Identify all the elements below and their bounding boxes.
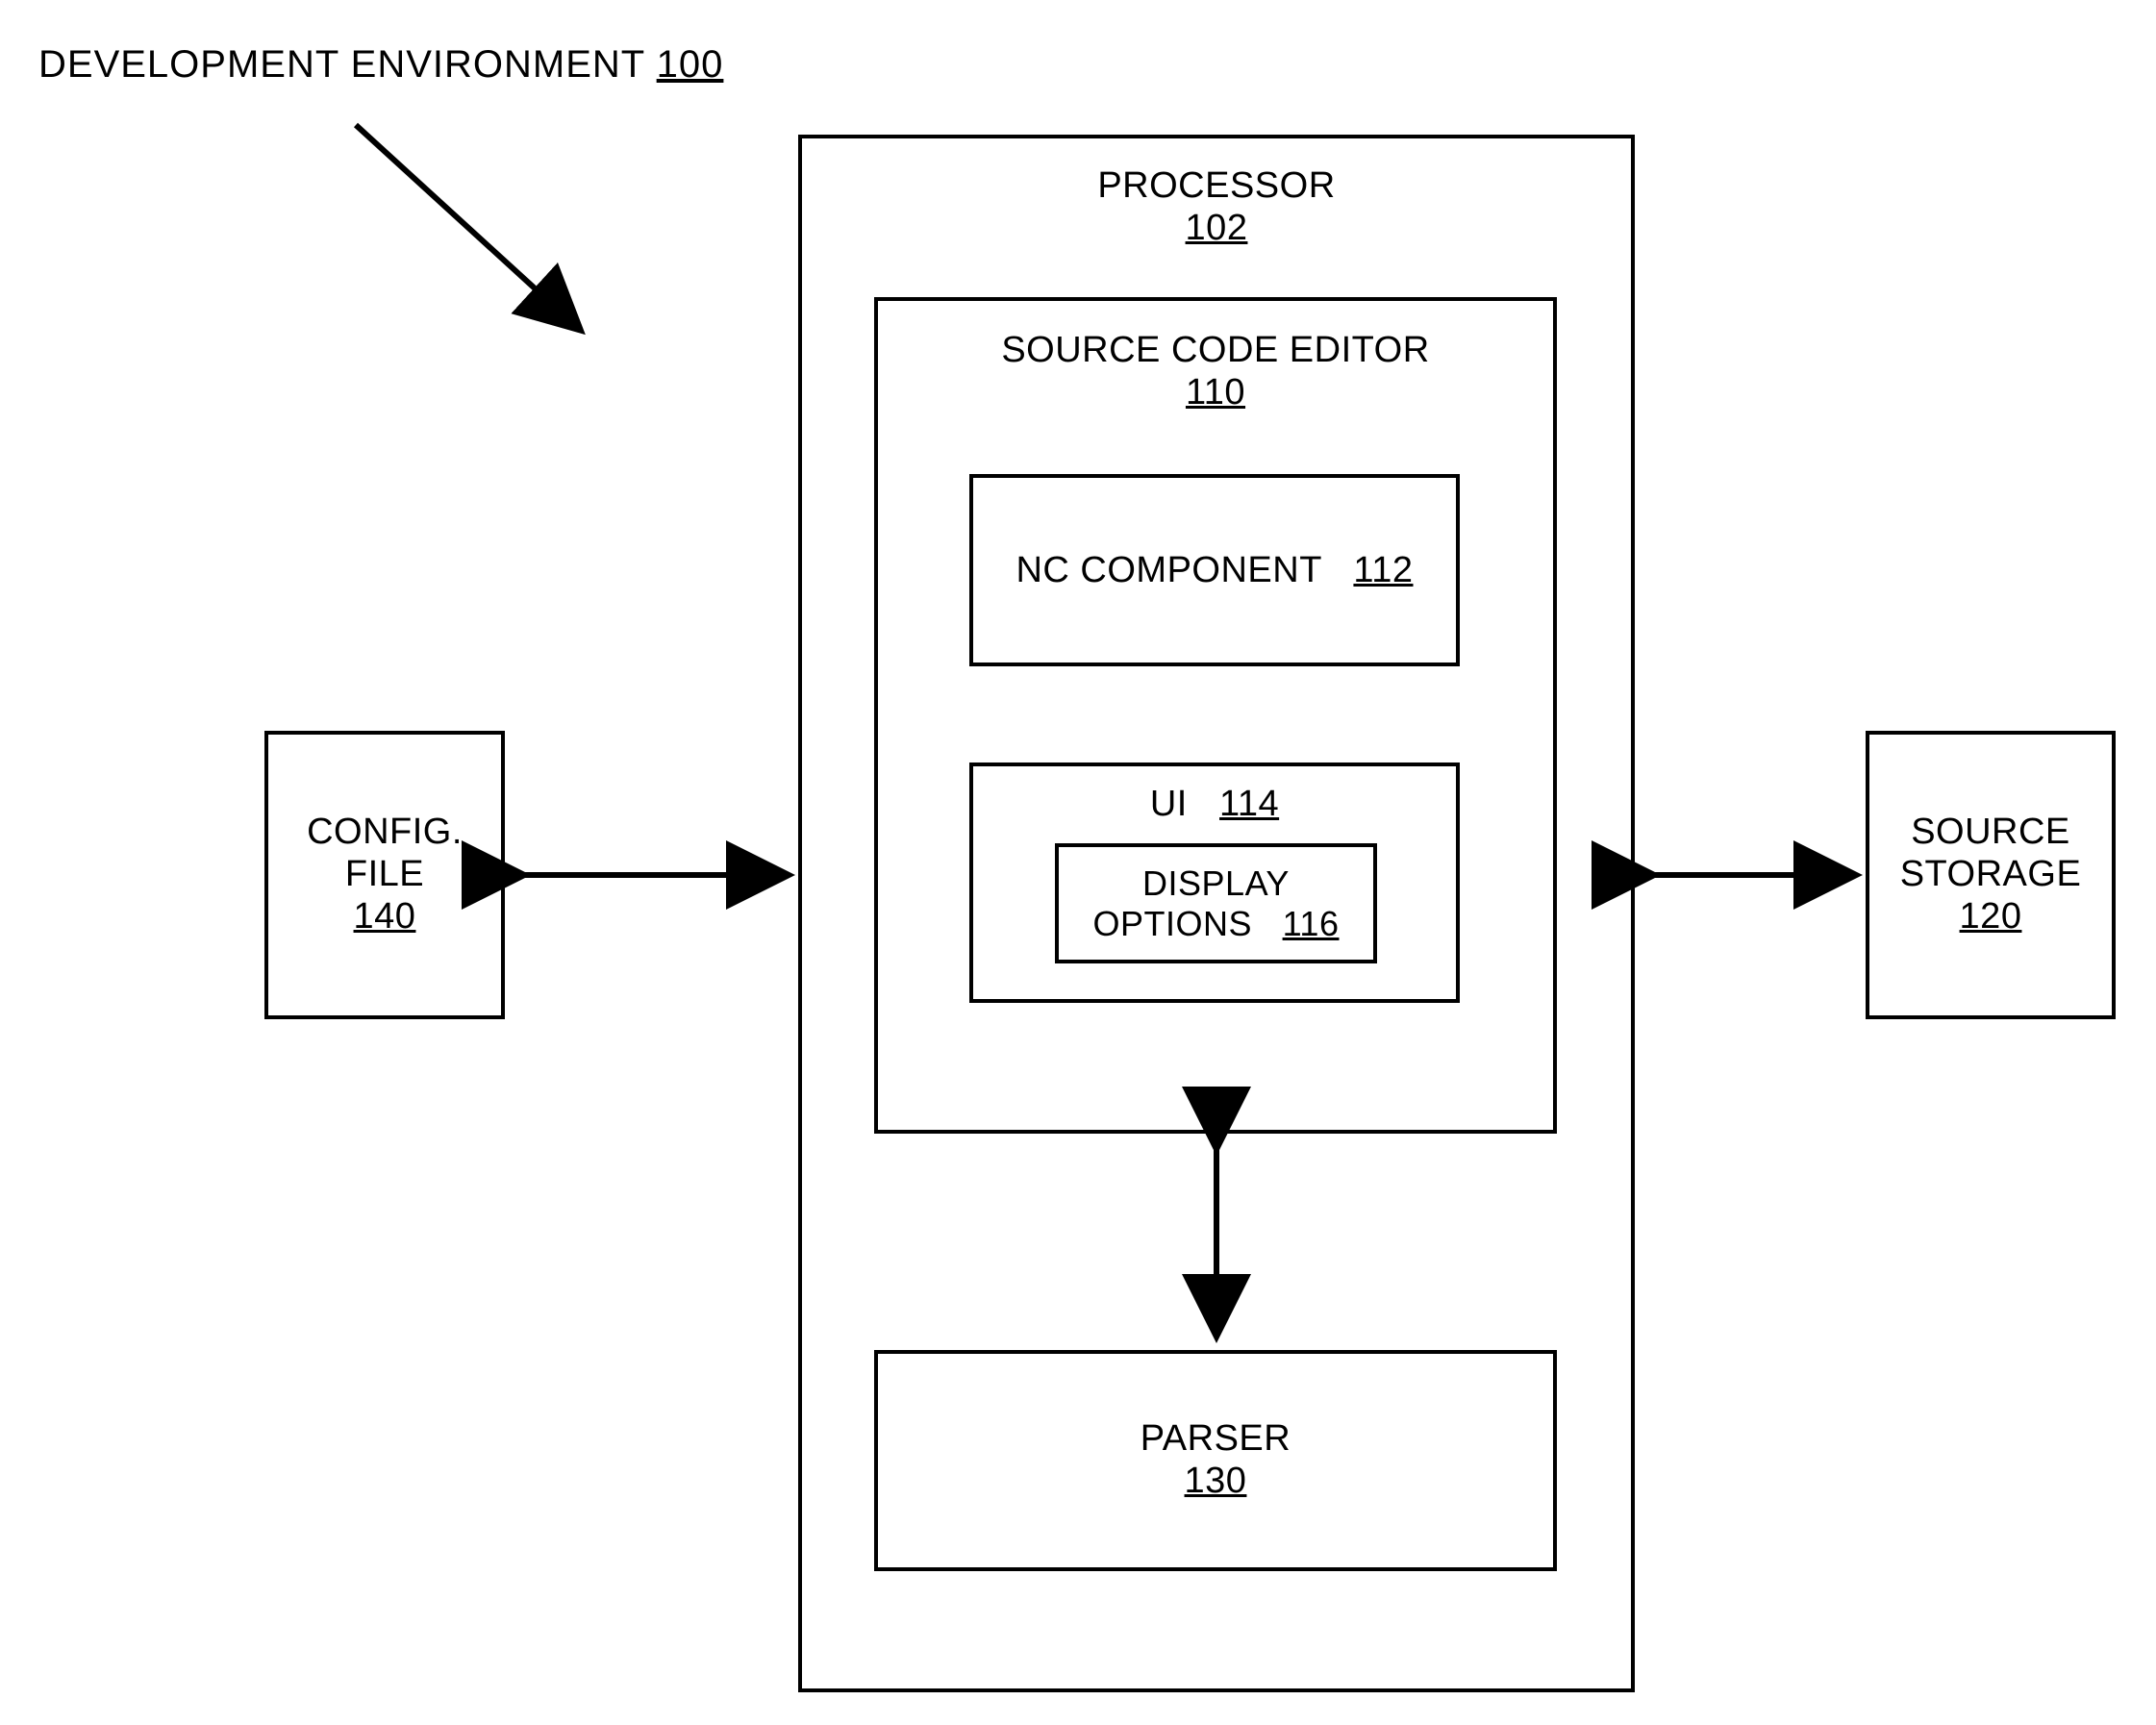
diagram-canvas: DEVELOPMENT ENVIRONMENT 100 CONFIG. FILE… (0, 0, 2156, 1725)
connector-editor-parser (0, 0, 2156, 1725)
